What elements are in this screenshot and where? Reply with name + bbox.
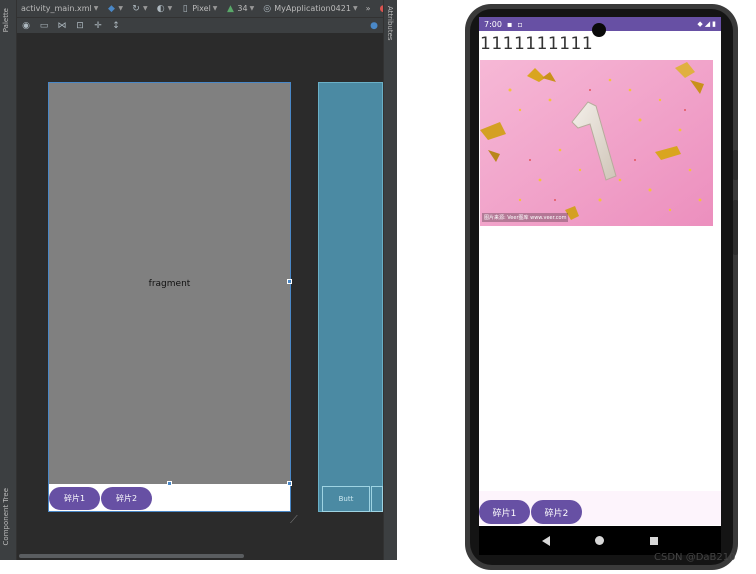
help-icon: ● <box>370 20 378 31</box>
sim-icon: ▪ <box>506 19 513 29</box>
layers-icon: ◆ <box>107 3 115 14</box>
magnet-icon: ⋈ <box>57 20 67 31</box>
birthday-image-graphic <box>480 60 713 226</box>
night-mode-button[interactable]: ◐ ▼ <box>152 4 177 14</box>
android-icon: ▲ <box>226 3 234 14</box>
eye-icon: ◉ <box>22 20 30 31</box>
wifi-icon: ◆ <box>697 20 703 28</box>
bottom-button-bar: 碎片1 碎片2 <box>479 491 721 525</box>
blueprint-button-1[interactable]: Butt <box>322 486 370 512</box>
fragment-container[interactable]: fragment <box>49 83 290 484</box>
recents-icon[interactable] <box>650 536 659 545</box>
attributes-tab[interactable]: Attributes <box>386 6 394 41</box>
design-surface-button[interactable]: ◆ ▼ <box>102 4 127 14</box>
component-tree-tab[interactable]: Component Tree <box>2 488 10 545</box>
title-text: 1111111111 <box>480 34 594 54</box>
chevron-down-icon: ▼ <box>212 5 218 12</box>
chevron-down-icon: ▼ <box>352 5 358 12</box>
birthday-image: 图片来源: Veer图库 www.veer.com <box>480 60 713 226</box>
storage-icon: ▫ <box>517 19 523 29</box>
chevron-down-icon: ▼ <box>93 5 99 12</box>
design-preview[interactable]: fragment 碎片1 碎片2 <box>48 82 292 512</box>
photo-caption: 图片来源: Veer图库 www.veer.com <box>482 213 569 222</box>
resize-handle-corner[interactable] <box>287 481 292 486</box>
design-button-fragment1[interactable]: 碎片1 <box>49 487 100 510</box>
design-toolbar-secondary: ◉ ▭ ⋈ ⊡ ✛ ↕ ● <box>17 18 383 34</box>
device-selector[interactable]: ▯ Pixel ▼ <box>176 4 221 14</box>
theme-icon: ◎ <box>263 3 272 14</box>
canvas-resize-icon[interactable]: ⟋ <box>290 513 304 527</box>
overflow-icon: » <box>365 4 371 13</box>
view-options-button[interactable]: ◉ <box>17 21 35 31</box>
navigation-bar <box>479 526 721 555</box>
infer-constraints-icon: ⊡ <box>76 20 84 31</box>
margins-icon: ▭ <box>39 20 49 31</box>
horizontal-scrollbar[interactable] <box>17 552 383 560</box>
resize-handle-bottom[interactable] <box>167 481 172 486</box>
resize-handle-right[interactable] <box>287 279 292 284</box>
pack-icon: ✛ <box>94 20 102 31</box>
palette-tab[interactable]: Palette <box>2 8 10 32</box>
blueprint-preview[interactable]: Butt <box>318 82 383 512</box>
fragment1-button[interactable]: 碎片1 <box>479 500 530 524</box>
watermark: CSDN @DaB210 <box>654 552 736 563</box>
chevron-down-icon: ▼ <box>118 5 124 12</box>
power-button <box>733 150 738 180</box>
margins-button[interactable]: ▭ <box>35 21 53 31</box>
blueprint-button-2[interactable] <box>371 486 383 512</box>
infer-constraints-button[interactable]: ⊡ <box>71 21 89 31</box>
chevron-down-icon: ▼ <box>143 5 148 12</box>
file-name: activity_main.xml <box>21 4 92 13</box>
status-time: 7:00 <box>484 19 502 29</box>
autoconnect-button[interactable]: ⋈ <box>53 21 71 31</box>
align-icon: ↕ <box>112 20 120 31</box>
api-level-selector[interactable]: ▲ 34 ▼ <box>221 4 258 14</box>
chevron-down-icon: ▼ <box>249 5 255 12</box>
scrollbar-thumb[interactable] <box>19 554 244 558</box>
pack-button[interactable]: ✛ <box>89 21 107 31</box>
night-mode-icon: ◐ <box>156 3 165 14</box>
api-level: 34 <box>237 4 248 13</box>
battery-icon: ▮ <box>712 20 716 28</box>
rotate-icon: ↻ <box>132 3 140 14</box>
phone-screen: 7:00 ▪ ▫ ◆ ◢ ▮ 1111111111 图片来源: Veer图库 w… <box>479 17 721 555</box>
chevron-down-icon: ▼ <box>167 5 173 12</box>
front-camera <box>592 23 606 37</box>
file-selector[interactable]: activity_main.xml ▼ <box>17 4 102 13</box>
layout-editor: Palette Component Tree activity_main.xml… <box>0 0 397 560</box>
toolbar-overflow-button[interactable]: » <box>362 4 375 13</box>
signal-icon: ◢ <box>704 20 711 28</box>
orientation-button[interactable]: ↻ ▼ <box>127 4 152 14</box>
theme-selector[interactable]: ◎ MyApplication0421 ▼ <box>258 4 361 14</box>
fragment-label: fragment <box>148 278 191 289</box>
app-name: MyApplication0421 <box>274 4 351 13</box>
volume-button <box>733 200 738 255</box>
fragment2-button[interactable]: 碎片2 <box>531 500 582 524</box>
phone-icon: ▯ <box>182 3 188 14</box>
align-button[interactable]: ↕ <box>107 21 125 31</box>
device-name: Pixel <box>192 4 211 13</box>
design-toolbar: activity_main.xml ▼ ◆ ▼ ↻ ▼ ◐ ▼ ▯ Pixel … <box>17 0 387 18</box>
home-icon[interactable] <box>595 536 605 545</box>
help-button[interactable]: ● <box>365 21 383 31</box>
back-icon[interactable] <box>541 535 550 546</box>
left-tool-strip: Palette Component Tree <box>0 0 17 560</box>
design-button-fragment2[interactable]: 碎片2 <box>101 487 152 510</box>
right-tool-strip: Attributes <box>383 0 397 560</box>
